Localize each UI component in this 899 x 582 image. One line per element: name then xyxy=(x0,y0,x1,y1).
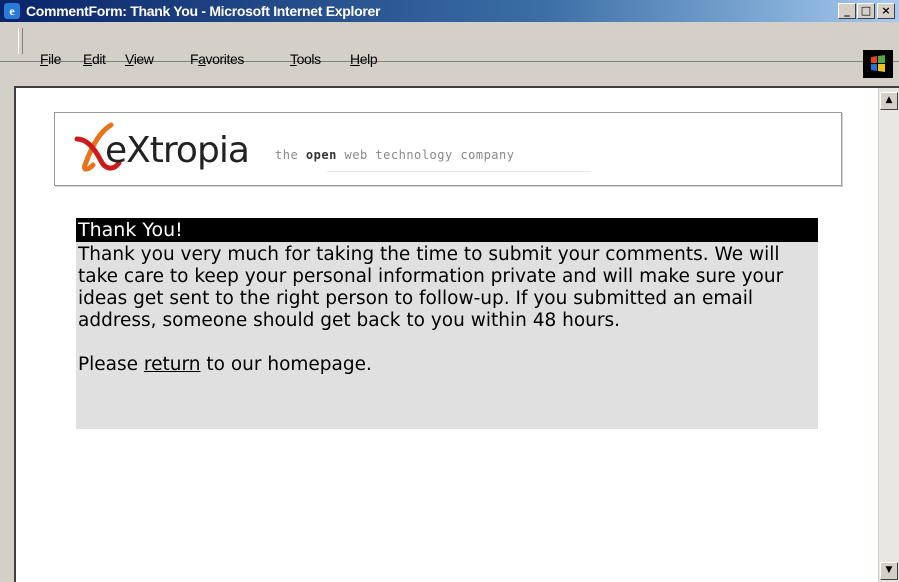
menu-help-mnemonic: H xyxy=(350,51,360,67)
tagline-post: web technology company xyxy=(336,148,515,162)
return-suffix: to our homepage. xyxy=(200,354,372,375)
return-prefix: Please xyxy=(78,354,144,375)
menu-favorites[interactable]: Favorites xyxy=(190,51,244,67)
menu-help-label: elp xyxy=(359,51,378,67)
logo-banner: eXtropia the open web technology company xyxy=(54,112,842,186)
menu-file-label: ile xyxy=(48,51,61,67)
title-bar[interactable]: e CommentForm: Thank You - Microsoft Int… xyxy=(0,0,899,22)
window-title: CommentForm: Thank You - Microsoft Inter… xyxy=(26,3,381,19)
menu-favorites-prefix: F xyxy=(190,51,199,67)
menu-file-mnemonic: F xyxy=(40,51,49,67)
tagline-bold: open xyxy=(305,148,337,162)
maximize-button[interactable]: □ xyxy=(857,3,875,19)
scroll-down-button[interactable]: ▼ xyxy=(880,562,898,580)
windows-logo-icon xyxy=(863,50,893,78)
scroll-up-button[interactable]: ▲ xyxy=(880,92,898,110)
ie-icon: e xyxy=(4,3,20,19)
thank-you-message: Thank you very much for taking the time … xyxy=(78,244,784,331)
message-body: Thank you very much for taking the time … xyxy=(76,242,818,376)
menu-favorites-label: vorites xyxy=(205,51,245,67)
tagline-pre: the xyxy=(275,148,306,162)
logo-wordmark: eXtropia xyxy=(105,130,250,171)
menu-view-mnemonic: V xyxy=(125,51,134,67)
menu-view[interactable]: View xyxy=(125,51,154,67)
menu-edit-label: dit xyxy=(91,51,106,67)
thank-you-panel: Thank You! Thank you very much for takin… xyxy=(76,218,818,429)
logo-divider xyxy=(327,171,591,172)
menu-favorites-mnemonic: a xyxy=(198,51,206,67)
menu-tools[interactable]: Tools xyxy=(290,51,321,67)
menu-edit[interactable]: Edit xyxy=(83,51,106,67)
page-heading: Thank You! xyxy=(76,218,818,242)
return-link[interactable]: return xyxy=(144,354,201,375)
vertical-scrollbar[interactable]: ▲ ▼ xyxy=(878,88,899,582)
minimize-button[interactable]: _ xyxy=(838,3,856,19)
menu-tools-label: ools xyxy=(296,51,321,67)
menu-edit-mnemonic: E xyxy=(83,51,92,67)
return-line: Please return to our homepage. xyxy=(78,354,816,376)
logo-tagline: the open web technology company xyxy=(275,148,514,162)
browser-viewport[interactable]: eXtropia the open web technology company… xyxy=(14,86,899,582)
menu-bar: File Edit View Favorites Tools Help xyxy=(0,22,899,78)
menu-file[interactable]: File xyxy=(40,51,61,67)
menu-tools-mnemonic: T xyxy=(290,51,297,67)
menu-view-label: iew xyxy=(133,51,154,67)
close-button[interactable]: × xyxy=(877,3,895,19)
menu-help[interactable]: Help xyxy=(350,51,378,67)
toolbar-grip[interactable] xyxy=(18,28,23,54)
